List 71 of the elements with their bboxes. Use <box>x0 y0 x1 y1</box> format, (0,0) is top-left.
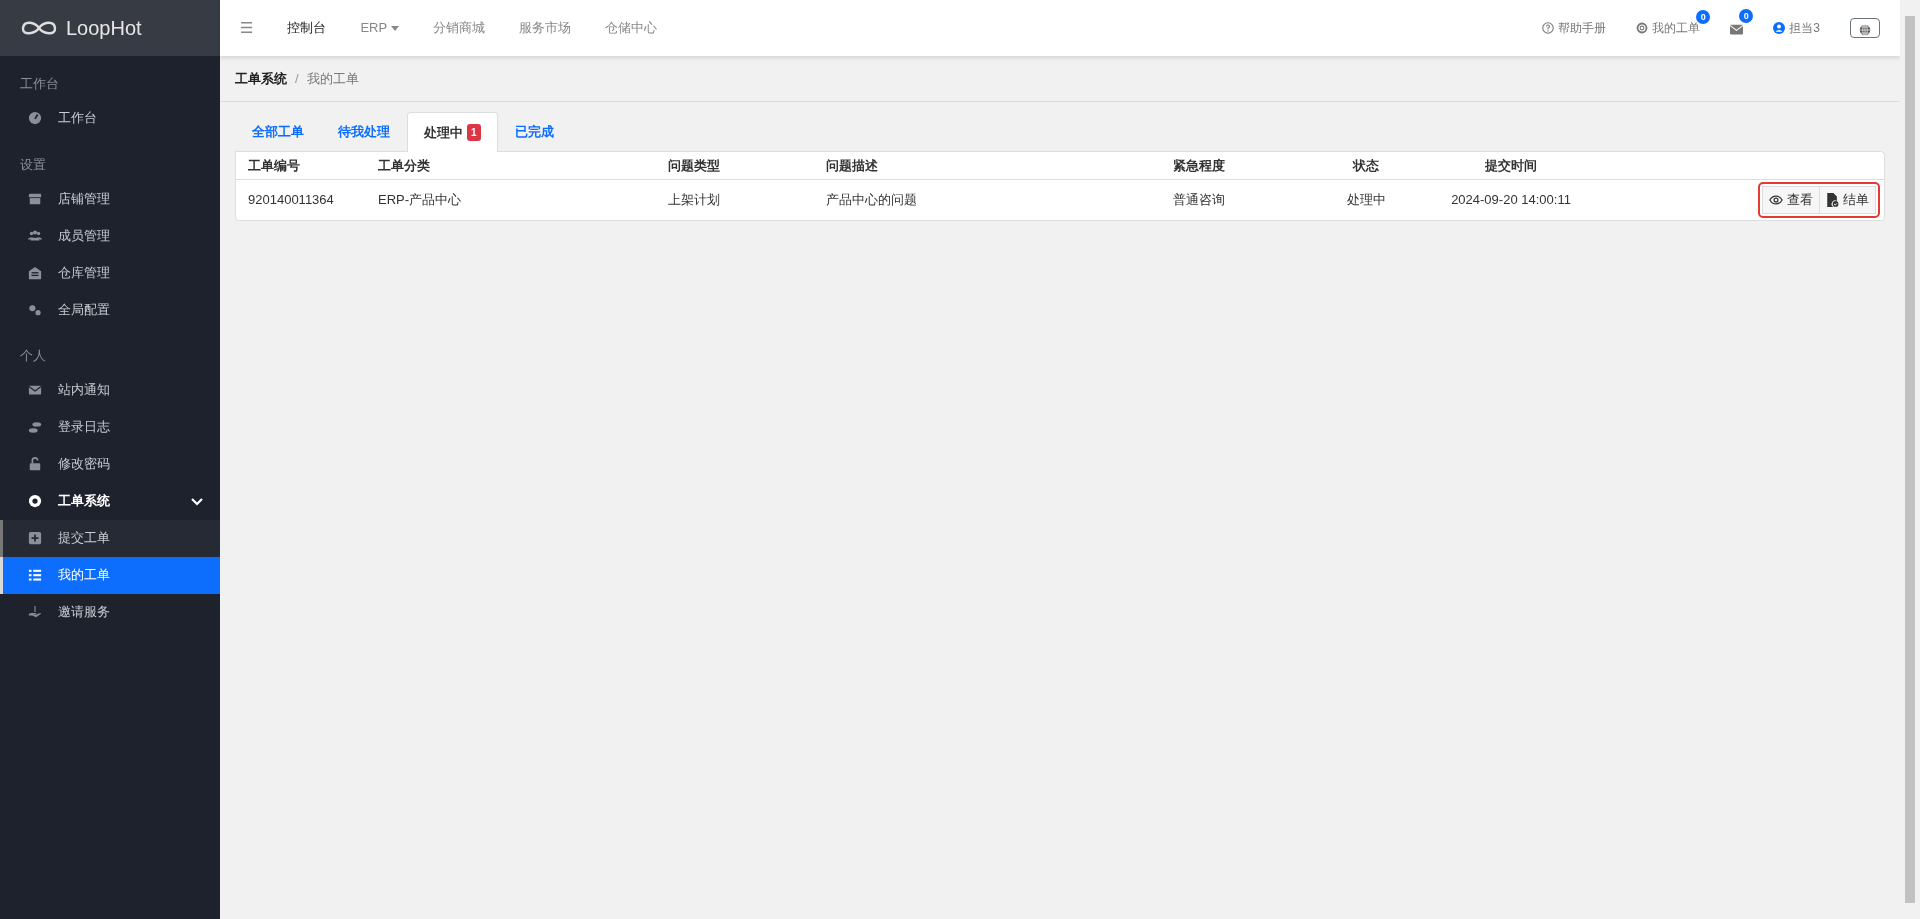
envelope-icon <box>28 383 42 397</box>
table-cell: ERP-产品中心 <box>366 179 656 220</box>
breadcrumb-item[interactable]: 工单系统 <box>235 68 287 89</box>
tab[interactable]: 已完成 <box>497 112 571 151</box>
brand-name: LoopHot <box>66 16 142 41</box>
column-header: 状态 <box>1316 151 1416 180</box>
sidebar-item[interactable]: 邀请服务 <box>0 593 220 631</box>
warehouse-icon <box>28 265 42 280</box>
tab[interactable]: 处理中 1 <box>407 112 498 152</box>
close-ticket-button[interactable]: 结单 <box>1820 186 1876 214</box>
document-check-icon <box>1826 192 1839 207</box>
breadcrumb-item: 我的工单 <box>306 69 359 88</box>
sidebar-item[interactable]: 站内通知 <box>0 371 220 409</box>
table-cell: 2024-09-20 14:00:11 <box>1416 179 1606 220</box>
sidebar-item[interactable]: 全局配置 <box>0 291 220 328</box>
sidebar-section-title: 个人 <box>19 347 47 365</box>
plus-square-icon <box>28 531 42 545</box>
question-circle-icon <box>1542 22 1555 34</box>
tab[interactable]: 待我处理 <box>321 112 407 151</box>
count-badge: 0 <box>1696 10 1711 24</box>
sidebar-item[interactable]: 成员管理 <box>0 217 220 254</box>
caret-icon <box>390 26 399 32</box>
footprints-icon <box>28 420 42 434</box>
table-cell: 上架计划 <box>656 179 814 220</box>
envelope-icon <box>1730 23 1744 35</box>
table-cell: 产品中心的问题 <box>814 179 1161 220</box>
count-badge: 0 <box>1739 9 1754 24</box>
user-avatar-icon <box>1773 22 1786 34</box>
sidebar-section-title: 设置 <box>19 155 47 174</box>
table-cell: 普通咨询 <box>1161 179 1316 220</box>
table-cell: 920140011364 <box>236 179 366 220</box>
column-header: 工单编号 <box>236 151 366 180</box>
user-menu[interactable]: 担当3 <box>1773 19 1820 37</box>
gauge-icon <box>28 111 42 125</box>
list-icon <box>28 568 42 582</box>
scrollbar[interactable] <box>1905 16 1915 903</box>
lifebuoy-icon <box>28 494 42 508</box>
tab[interactable]: 全部工单 <box>235 112 321 151</box>
table-cell: 处理中 <box>1316 179 1416 220</box>
help-link[interactable]: 帮助手册 <box>1542 19 1607 37</box>
people-icon <box>28 228 42 243</box>
sidebar-item[interactable]: 工作台 <box>0 99 220 137</box>
nav-link[interactable]: 仓储中心 <box>604 18 657 38</box>
column-header: 提交时间 <box>1416 151 1606 180</box>
breadcrumb-separator: / <box>295 69 299 88</box>
column-header: 问题类型 <box>656 151 814 180</box>
nav-link[interactable]: 控制台 <box>287 18 327 38</box>
unlocked-padlock-icon <box>28 457 42 471</box>
nav-link[interactable]: ERP <box>360 18 399 38</box>
language-button[interactable] <box>1850 18 1880 38</box>
lifebuoy-icon <box>1636 22 1649 34</box>
sidebar-item[interactable]: 登录日志 <box>0 408 220 446</box>
sidebar-item[interactable]: 工单系统 <box>0 482 220 520</box>
nav-link[interactable]: 分销商城 <box>432 18 485 38</box>
view-button[interactable]: 查看 <box>1762 186 1820 214</box>
sidebar-section-title: 工作台 <box>19 75 60 93</box>
sidebar-item[interactable]: 仓库管理 <box>0 254 220 291</box>
column-header: 紧急程度 <box>1161 151 1316 180</box>
storefront-icon <box>28 191 42 206</box>
sidebar-subitem[interactable]: 提交工单 <box>0 519 220 557</box>
globe-icon <box>1859 24 1871 37</box>
infinity-logo-icon <box>20 19 58 37</box>
sidebar-item[interactable]: 修改密码 <box>0 445 220 483</box>
nav-link[interactable]: 服务市场 <box>518 18 571 38</box>
eye-icon <box>1769 193 1783 206</box>
sidebar-subitem[interactable]: 我的工单 <box>0 556 220 594</box>
column-header: 工单分类 <box>366 151 656 180</box>
menu-toggle[interactable]: ☰ <box>240 16 254 40</box>
count-badge: 1 <box>467 123 481 141</box>
column-header: 问题描述 <box>814 151 1161 180</box>
sidebar-item[interactable]: 店铺管理 <box>0 180 220 217</box>
